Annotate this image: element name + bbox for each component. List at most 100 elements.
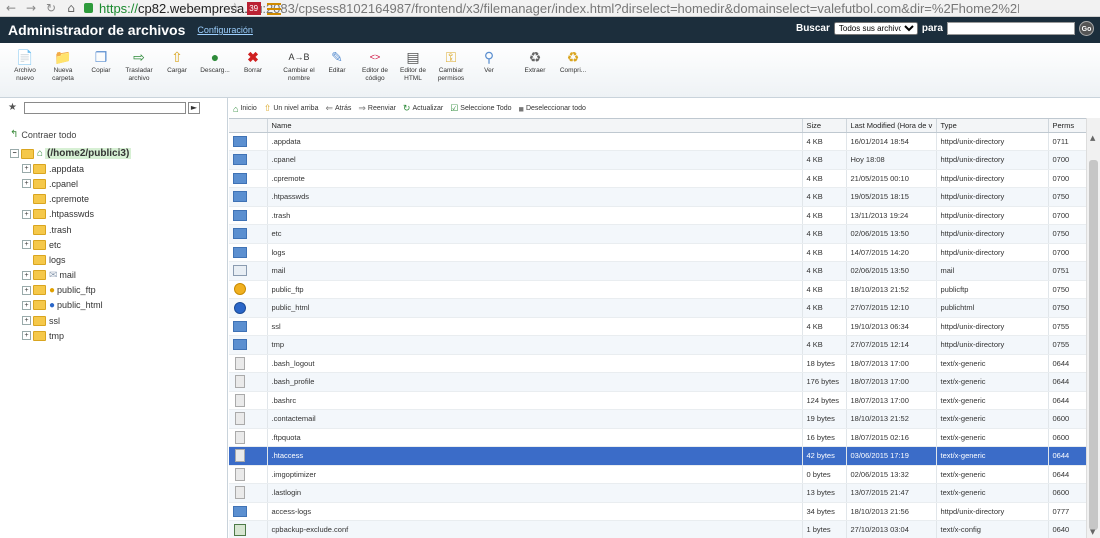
table-row[interactable]: .cpanel 4 KB Hoy 18:08 httpd/unix-directory… bbox=[229, 150, 1086, 170]
edit-button[interactable]: ✎ Editar bbox=[318, 49, 356, 97]
expand-toggle-icon[interactable]: + bbox=[22, 316, 31, 326]
permissions-button[interactable]: ⚿ Cambiar permisos bbox=[432, 49, 470, 97]
file-icon-cell bbox=[229, 317, 268, 336]
reload-icon[interactable]: ↻ bbox=[44, 1, 58, 15]
table-row[interactable]: public_html 4 KB 27/07/2015 12:10 publichtm… bbox=[229, 298, 1086, 318]
upload-icon: ⇧ bbox=[171, 49, 183, 65]
tool-label: Editar bbox=[328, 67, 346, 74]
expand-toggle-icon[interactable]: + bbox=[22, 331, 31, 341]
upload-button[interactable]: ⇧ Cargar bbox=[158, 49, 196, 97]
folder-tree: − ⌂ (/home2/publici3) + .appdata + .cpanel… bbox=[10, 146, 220, 343]
table-row[interactable]: .lastlogin 13 bytes 13/07/2015 21:47 text/x… bbox=[229, 483, 1086, 503]
column-header-modified[interactable]: Last Modified (Hora de v bbox=[846, 119, 937, 133]
table-row[interactable]: .bashrc 124 bytes 18/07/2013 17:00 text/x-g… bbox=[229, 391, 1086, 410]
new-file-button[interactable]: 📄 Archivo nuevo bbox=[6, 49, 44, 97]
folder-icon bbox=[233, 172, 247, 184]
tree-item-htpasswds[interactable]: + .htpasswds bbox=[10, 207, 220, 222]
scroll-down-arrow-icon[interactable]: ▼ bbox=[1090, 528, 1095, 536]
go-button[interactable]: Go bbox=[1079, 21, 1094, 36]
home-icon[interactable]: ⌂ bbox=[64, 1, 78, 15]
column-header-type[interactable]: Type bbox=[936, 119, 1049, 133]
table-row[interactable]: logs 4 KB 14/07/2015 14:20 httpd/unix-direc… bbox=[229, 243, 1086, 262]
expand-toggle-icon[interactable]: + bbox=[22, 209, 31, 219]
search-scope-select[interactable]: Todos sus archivos bbox=[833, 22, 918, 35]
table-row[interactable]: .trash 4 KB 13/11/2013 19:24 httpd/unix-dir… bbox=[229, 206, 1086, 225]
expand-toggle-icon[interactable]: + bbox=[22, 164, 31, 174]
expand-toggle-icon[interactable]: + bbox=[22, 300, 31, 310]
column-header-name[interactable]: Name bbox=[267, 119, 803, 133]
file-size: 4 KB bbox=[802, 298, 847, 318]
back-button[interactable]: ⇐ Atrás bbox=[325, 103, 351, 114]
copy-button[interactable]: ❐ Copiar bbox=[82, 49, 120, 97]
file-name: ssl bbox=[267, 317, 803, 336]
refresh-button[interactable]: ↻ Actualizar bbox=[403, 103, 443, 114]
download-button[interactable]: ● Descarg... bbox=[196, 49, 234, 97]
square-icon: ■ bbox=[518, 103, 524, 114]
move-button[interactable]: ⇨ Trasladar archivo bbox=[120, 49, 158, 97]
up-level-button[interactable]: ⇧ Un nivel arriba bbox=[264, 103, 319, 114]
bookmark-star-icon[interactable]: ☆ bbox=[229, 1, 241, 16]
back-arrow-icon[interactable]: ← bbox=[4, 1, 18, 15]
permissions-icon: ⚿ bbox=[445, 49, 457, 65]
extract-button[interactable]: ♻ Extraer bbox=[516, 49, 554, 97]
table-row[interactable]: .htpasswds 4 KB 19/05/2015 18:15 httpd/unix… bbox=[229, 187, 1086, 207]
expand-toggle-icon[interactable]: + bbox=[22, 270, 31, 280]
table-row[interactable]: .htaccess 42 bytes 03/06/2015 17:19 text/x-… bbox=[229, 446, 1086, 466]
config-link[interactable]: Configuración bbox=[197, 25, 253, 35]
html-editor-button[interactable]: ▤ Editor de HTML bbox=[394, 49, 432, 97]
extension-icon[interactable]: 39 bbox=[246, 2, 261, 15]
select-all-button[interactable]: ☑ Seleccione Todo bbox=[450, 103, 511, 114]
expand-toggle-icon[interactable]: + bbox=[22, 240, 31, 250]
scroll-up-arrow-icon[interactable]: ▲ bbox=[1090, 134, 1095, 142]
tree-item-public-ftp[interactable]: + ● public_ftp bbox=[10, 283, 220, 298]
path-input[interactable] bbox=[24, 102, 186, 114]
vertical-scrollbar[interactable]: ▲ ▼ bbox=[1086, 118, 1100, 538]
tree-item-ssl[interactable]: + ssl bbox=[10, 313, 220, 328]
code-editor-button[interactable]: <> Editor de código bbox=[356, 49, 394, 97]
table-row[interactable]: etc 4 KB 02/06/2015 13:50 httpd/unix-direct… bbox=[229, 224, 1086, 244]
tree-item-public-html[interactable]: + ● public_html bbox=[10, 298, 220, 313]
forward-arrow-icon[interactable]: → bbox=[24, 1, 38, 15]
collapse-all-link[interactable]: ↰ Contraer todo bbox=[10, 129, 76, 140]
table-row[interactable]: cpbackup-exclude.conf 1 bytes 27/10/2013 0… bbox=[229, 520, 1086, 538]
browser-menu-icon[interactable] bbox=[266, 2, 281, 15]
tree-item-trash[interactable]: .trash bbox=[10, 222, 220, 237]
tree-item-etc[interactable]: + etc bbox=[10, 237, 220, 252]
collapse-toggle-icon[interactable]: − bbox=[10, 149, 19, 159]
column-header-perms[interactable]: Perms bbox=[1048, 119, 1086, 133]
expand-toggle-icon[interactable]: + bbox=[22, 285, 31, 295]
table-row[interactable]: .appdata 4 KB 16/01/2014 18:54 httpd/unix-d… bbox=[229, 132, 1086, 151]
tree-item-cpanel[interactable]: + .cpanel bbox=[10, 176, 220, 191]
tree-item-appdata[interactable]: + .appdata bbox=[10, 161, 220, 176]
table-row[interactable]: .cpremote 4 KB 21/05/2015 00:10 httpd/unix-… bbox=[229, 169, 1086, 188]
deselect-all-button[interactable]: ■ Deseleccionar todo bbox=[519, 104, 586, 114]
path-go-button[interactable]: ► bbox=[188, 102, 200, 114]
search-input[interactable] bbox=[947, 22, 1075, 35]
expand-toggle-icon[interactable]: + bbox=[22, 179, 31, 189]
tree-root[interactable]: − ⌂ (/home2/publici3) bbox=[10, 146, 220, 161]
delete-button[interactable]: ✖ Borrar bbox=[234, 49, 272, 97]
table-row[interactable]: .contactemail 19 bytes 18/10/2013 21:52 tex… bbox=[229, 409, 1086, 429]
forward-button[interactable]: ⇒ Reenviar bbox=[358, 103, 396, 114]
tree-item-tmp[interactable]: + tmp bbox=[10, 328, 220, 343]
view-button[interactable]: ⚲ Ver bbox=[470, 49, 508, 97]
new-folder-icon: 📁 bbox=[54, 49, 72, 65]
new-folder-button[interactable]: 📁 Nueva carpeta bbox=[44, 49, 82, 97]
table-row[interactable]: ssl 4 KB 19/10/2013 06:34 httpd/unix-direct… bbox=[229, 317, 1086, 336]
table-row[interactable]: .ftpquota 16 bytes 18/07/2015 02:16 text/x-… bbox=[229, 428, 1086, 447]
tree-item-cpremote[interactable]: .cpremote bbox=[10, 192, 220, 207]
home-button[interactable]: ⌂ Inicio bbox=[233, 104, 257, 114]
compress-button[interactable]: ♻ Compri... bbox=[554, 49, 592, 97]
table-row[interactable]: mail 4 KB 02/06/2015 13:50 mail 0751 bbox=[229, 261, 1086, 281]
scrollbar-thumb[interactable] bbox=[1089, 160, 1098, 530]
table-row[interactable]: tmp 4 KB 27/07/2015 12:14 httpd/unix-direct… bbox=[229, 335, 1086, 355]
table-row[interactable]: .imgoptimizer 0 bytes 02/06/2015 13:32 text… bbox=[229, 465, 1086, 484]
table-row[interactable]: .bash_profile 176 bytes 18/07/2013 17:00 te… bbox=[229, 372, 1086, 392]
column-header-size[interactable]: Size bbox=[802, 119, 847, 133]
table-row[interactable]: public_ftp 4 KB 18/10/2013 21:52 publicftp 0… bbox=[229, 280, 1086, 299]
tree-item-mail[interactable]: + ✉ mail bbox=[10, 268, 220, 283]
rename-button[interactable]: A→B Cambiar el nombre bbox=[280, 49, 318, 97]
tree-item-logs[interactable]: logs bbox=[10, 252, 220, 267]
table-row[interactable]: access-logs 34 bytes 18/10/2013 21:56 httpd… bbox=[229, 502, 1086, 521]
table-row[interactable]: .bash_logout 18 bytes 18/07/2013 17:00 text… bbox=[229, 354, 1086, 373]
